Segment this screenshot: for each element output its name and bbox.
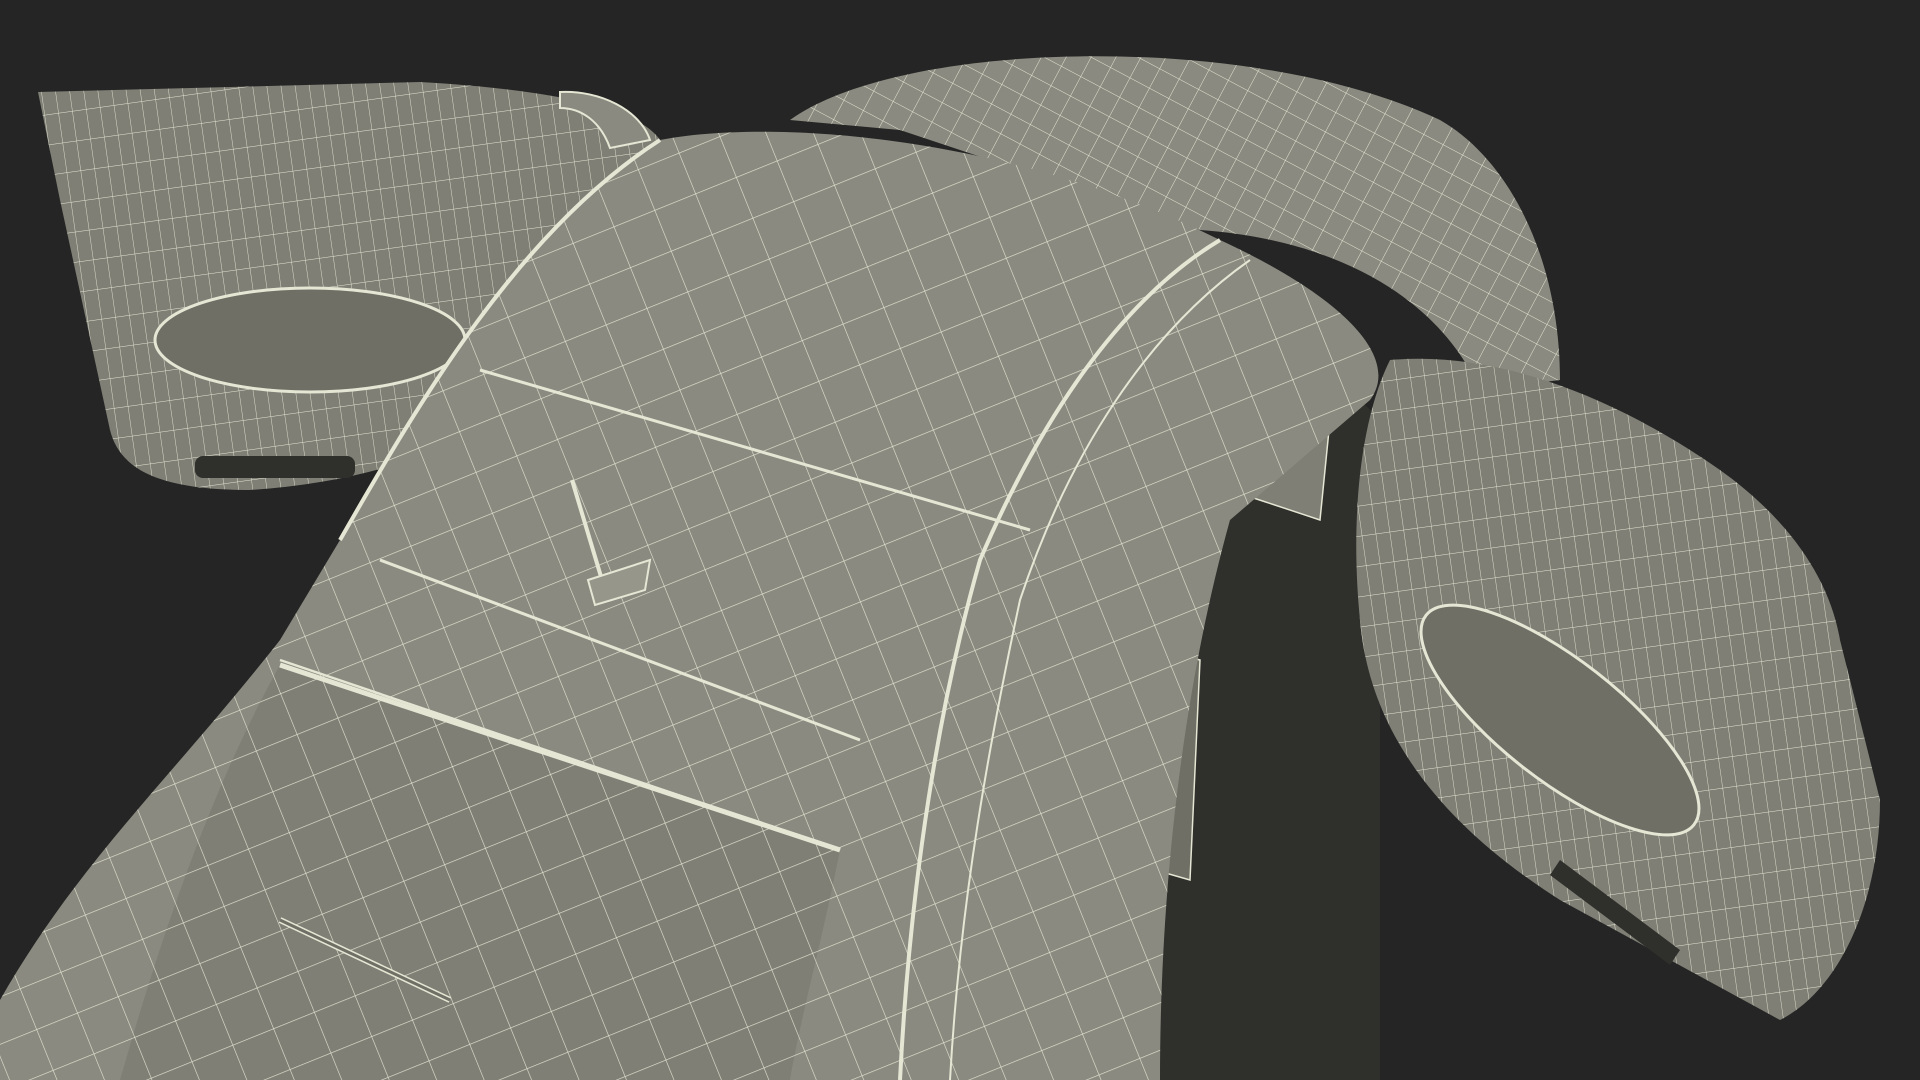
render-viewport	[0, 0, 1920, 1080]
right-open-door	[1356, 358, 1880, 1020]
left-door-armrest	[153, 286, 467, 394]
car-wireframe-render	[0, 56, 1880, 1080]
left-door-pocket	[195, 456, 355, 478]
